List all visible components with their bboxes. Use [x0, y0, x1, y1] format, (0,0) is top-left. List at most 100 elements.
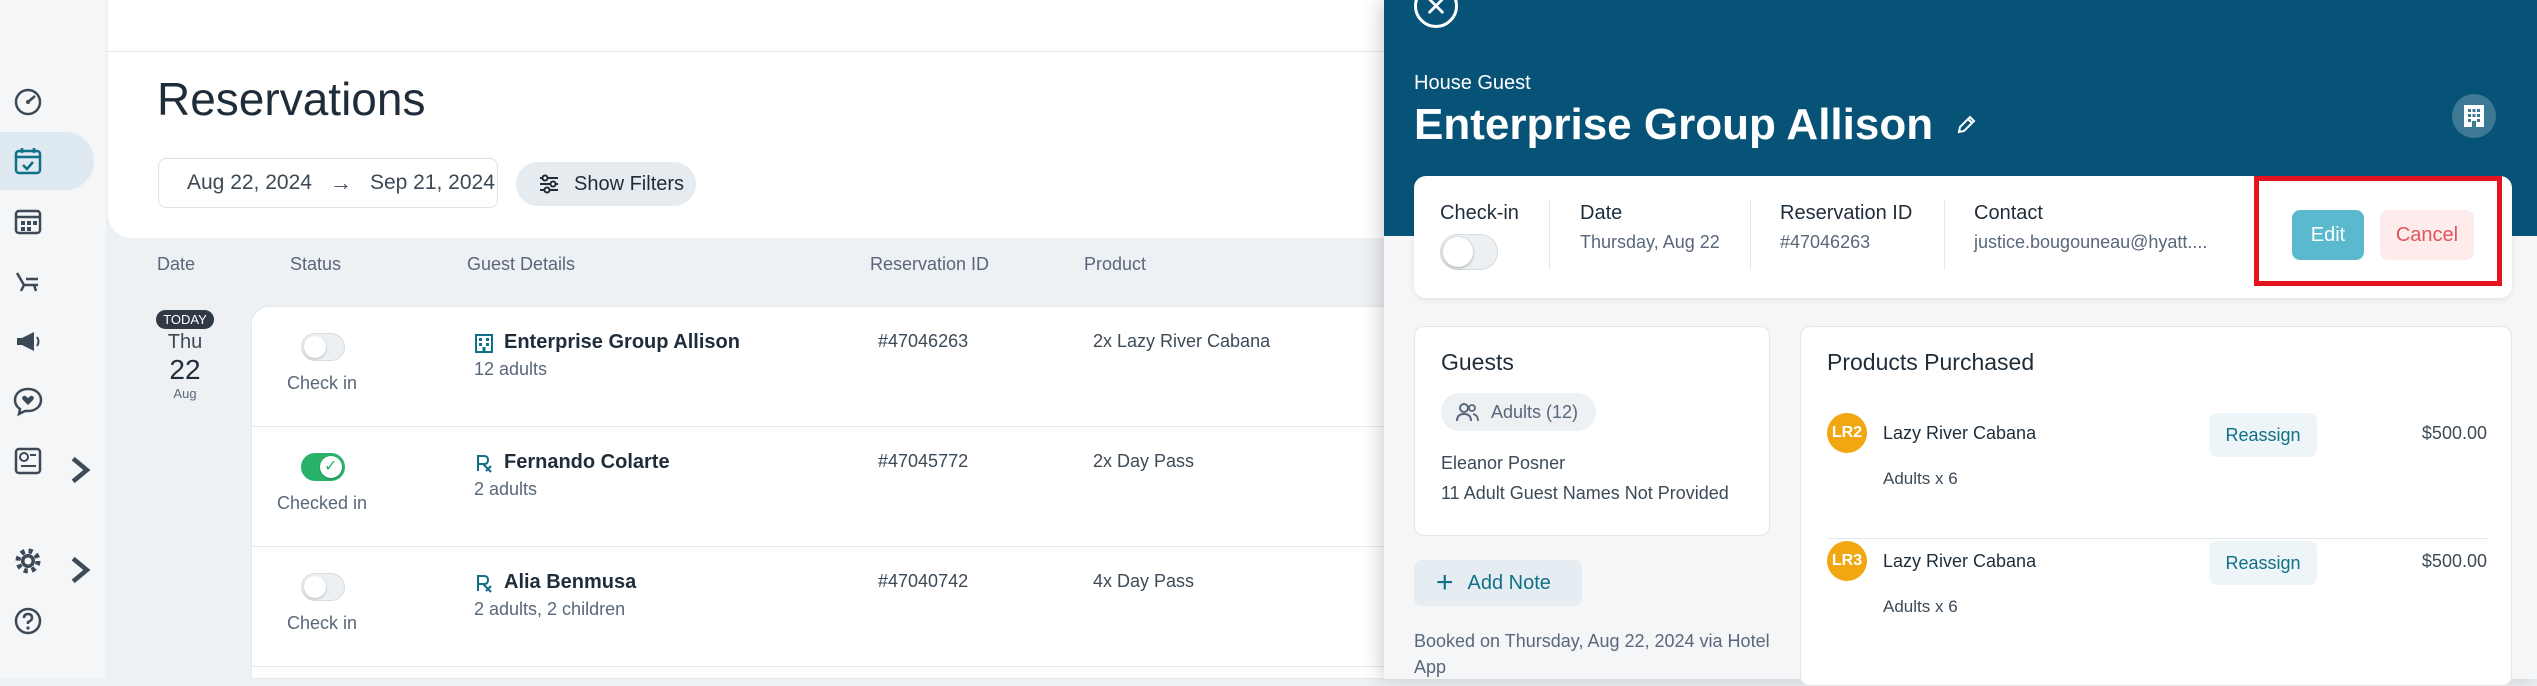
reservation-id: #47046263 [878, 331, 969, 351]
table-row[interactable]: Checked in Fernando Colarte 2 adults #47… [252, 427, 1409, 547]
nav-reviews[interactable] [0, 372, 94, 430]
reservation-info-card: Check-in Date Thursday, Aug 22 Reservati… [1414, 176, 2512, 298]
date-day: 22 [169, 354, 201, 385]
product-summary: 4x Day Pass [1093, 571, 1195, 591]
pencil-icon[interactable] [1955, 114, 1977, 136]
show-filters-button[interactable]: Show Filters [516, 162, 696, 206]
column-reservation-id: Reservation ID [870, 254, 990, 274]
plus-icon: + [1436, 566, 1454, 599]
booked-info: Booked on Thursday, Aug 22, 2024 via Hot… [1414, 631, 1770, 677]
highlight-box [2254, 176, 2502, 286]
nav-reports[interactable] [0, 432, 94, 490]
nav-calendar[interactable] [0, 192, 94, 250]
guest-name[interactable]: Alia Benmusa [474, 571, 636, 594]
show-filters-label: Show Filters [574, 172, 685, 195]
nav-dashboard[interactable] [0, 72, 94, 130]
column-status: Status [290, 254, 342, 274]
reservation-id: #47045772 [878, 451, 969, 471]
checkin-toggle[interactable] [301, 333, 345, 361]
dashboard-icon [14, 88, 42, 116]
reservation-id: #47040742 [878, 571, 969, 591]
add-note-label: Add Note [1467, 571, 1551, 594]
guest-name[interactable]: Enterprise Group Allison [474, 331, 740, 354]
primary-guest: Eleanor Posner [1441, 453, 1566, 473]
nav-amenities[interactable] [0, 252, 94, 310]
reservations-header: Reservations Aug 22, 2024 → Sep 21, 2024… [108, 52, 1408, 238]
product-qty: Adults x 6 [1883, 469, 1958, 488]
users-icon [1456, 403, 1479, 422]
drawer-title-text: Enterprise Group Allison [1414, 100, 1934, 149]
building-icon [2464, 105, 2484, 127]
reassign-button[interactable]: Reassign [2209, 541, 2317, 585]
guest-name[interactable]: Fernando Colarte [474, 451, 670, 474]
group-info-button[interactable] [2452, 94, 2496, 138]
status-label: Check in [286, 373, 358, 393]
product-price: $500.00 [2421, 423, 2487, 443]
close-icon: ✕ [1424, 0, 1448, 22]
reservation-id-label: Reservation ID [1780, 202, 1913, 224]
table-row[interactable]: Check in Alia Benmusa 2 adults, 2 childr… [252, 547, 1409, 667]
arrow-right-icon: → [329, 170, 352, 195]
checkin-toggle[interactable] [301, 453, 345, 481]
product-qty: Adults x 6 [1883, 597, 1958, 616]
nav-reservations[interactable] [0, 132, 94, 190]
divider [1750, 200, 1751, 270]
checkin-toggle[interactable] [1440, 234, 1498, 270]
products-title: Products Purchased [1827, 349, 2035, 375]
status-label: Checked in [276, 493, 368, 513]
guest-party: 12 adults [474, 359, 548, 379]
list-item: LR3 Lazy River Cabana Adults x 6 Reassig… [1827, 541, 2487, 667]
contact-label: Contact [1974, 202, 2043, 224]
checkin-toggle[interactable] [301, 573, 345, 601]
date-value: Thursday, Aug 22 [1580, 232, 1720, 252]
reassign-button[interactable]: Reassign [2209, 413, 2317, 457]
contact-value[interactable]: justice.bougouneau@hyatt.... [1974, 232, 2207, 253]
divider [1549, 200, 1550, 270]
adults-chip: Adults (12) [1441, 393, 1597, 431]
checkin-label: Check-in [1440, 202, 1519, 224]
reservations-main: Reservations Aug 22, 2024 → Sep 21, 2024… [108, 0, 1409, 679]
date-range-picker[interactable]: Aug 22, 2024 → Sep 21, 2024 [158, 158, 498, 208]
lounge-chair-icon [15, 272, 38, 292]
product-badge: LR3 [1827, 541, 1867, 581]
chat-heart-icon [13, 387, 43, 417]
date-group: TODAY Thu 22 Aug [150, 310, 220, 401]
table-row[interactable]: Check in Enterprise Group Allison 12 adu… [252, 307, 1409, 427]
products-purchased-card: Products Purchased LR2 Lazy River Cabana… [1800, 326, 2512, 686]
guests-card: Guests Adults (12) Eleanor Posner 11 Adu… [1414, 326, 1770, 536]
megaphone-icon [17, 332, 40, 351]
guest-name-text: Alia Benmusa [504, 571, 637, 593]
reports-icon [14, 447, 42, 475]
add-note-button[interactable]: + Add Note [1414, 560, 1582, 606]
top-bar [108, 0, 1408, 52]
nav-help[interactable] [0, 592, 94, 650]
calendar-icon [14, 209, 42, 235]
reservation-list: Check in Enterprise Group Allison 12 adu… [251, 306, 1409, 679]
close-drawer-button[interactable]: ✕ [1414, 0, 1458, 28]
nav-marketing[interactable] [0, 312, 94, 370]
guest-name-text: Enterprise Group Allison [504, 331, 740, 353]
date-weekday: Thu [167, 331, 203, 353]
chevron-right-icon [71, 456, 91, 484]
adults-chip-label: Adults (12) [1491, 401, 1579, 422]
product-name: Lazy River Cabana [1883, 423, 2037, 443]
product-badge: LR2 [1827, 413, 1867, 453]
date-month: Aug [173, 386, 197, 401]
rx-icon [477, 454, 492, 473]
guest-party: 2 adults [474, 479, 538, 499]
column-guest-details: Guest Details [467, 254, 576, 274]
sliders-icon [540, 174, 558, 194]
reservation-id-value: #47046263 [1780, 232, 1871, 252]
guest-name-text: Fernando Colarte [504, 451, 670, 473]
today-badge: TODAY [156, 310, 214, 329]
calendar-check-icon [14, 148, 42, 175]
guest-type: House Guest [1414, 72, 1531, 94]
nav-settings[interactable] [0, 532, 94, 590]
status-label: Check in [286, 613, 358, 633]
date-from: Aug 22, 2024 [187, 171, 312, 194]
guests-title: Guests [1441, 349, 1514, 375]
product-name: Lazy River Cabana [1883, 551, 2037, 571]
product-price: $500.00 [2421, 551, 2487, 571]
column-product: Product [1084, 254, 1147, 274]
column-date: Date [157, 254, 196, 274]
